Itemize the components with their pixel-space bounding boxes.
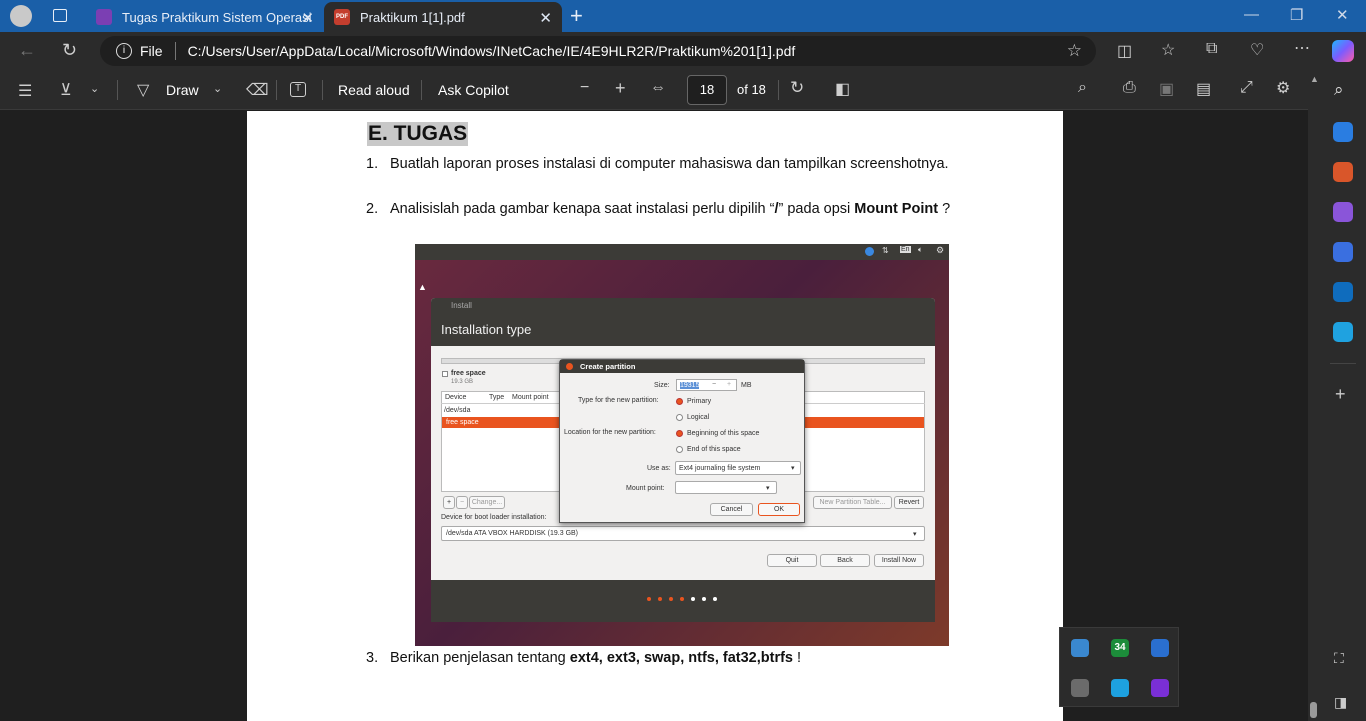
copilot-icon[interactable] — [1332, 40, 1354, 62]
list-item: 2. Analisislah pada gambar kenapa saat i… — [366, 201, 951, 217]
tab-title: Praktikum 1[1].pdf — [360, 9, 465, 25]
scheme-label: File — [140, 43, 163, 59]
tray-skype-icon[interactable] — [1111, 679, 1129, 697]
pdf-page: E. TUGAS 1. Buatlah laporan proses insta… — [247, 111, 1063, 721]
sidebar-search-icon[interactable]: ⌕ — [1334, 80, 1344, 100]
info-icon[interactable]: i — [116, 43, 132, 59]
eraser-icon[interactable]: ⌫ — [246, 80, 269, 100]
draw-icon[interactable]: ▽ — [137, 80, 149, 100]
page-heading: E. TUGAS — [367, 122, 469, 146]
tray-app-icon[interactable] — [1151, 679, 1169, 697]
highlight-icon[interactable]: ⊻ — [60, 80, 72, 100]
installer-progress — [431, 580, 935, 622]
sidebar-add-icon[interactable]: + — [1335, 384, 1346, 405]
list-item: 1. Buatlah laporan proses instalasi di c… — [366, 156, 949, 172]
read-aloud-button[interactable]: Read aloud — [338, 82, 410, 98]
pdf-toolbar: ☰ ⊻ ⌄ ▽ Draw ⌄ ⌫ T Read aloud Ask Copilo… — [0, 70, 1320, 110]
settings-gear-icon[interactable]: ⚙ — [1276, 78, 1290, 98]
contents-icon[interactable]: ☰ — [18, 81, 32, 101]
fit-page-icon[interactable]: ⇔ — [650, 79, 666, 97]
tray-cloud-icon[interactable] — [1071, 679, 1089, 697]
tab-praktikum-pdf[interactable]: PDF Praktikum 1[1].pdf ✕ — [324, 2, 562, 32]
sidebar-outlook-icon[interactable] — [1333, 282, 1353, 302]
tray-badge-icon[interactable]: 34 — [1111, 639, 1129, 657]
ask-copilot-button[interactable]: Ask Copilot — [438, 82, 509, 98]
address-bar-row: ← ↻ i File C:/Users/User/AppData/Local/M… — [0, 32, 1366, 70]
onenote-icon — [96, 9, 112, 25]
favorite-star-icon[interactable]: ☆ — [1067, 41, 1082, 61]
close-tab-icon[interactable]: ✕ — [539, 9, 552, 27]
mouse-cursor-icon: ▲ — [418, 282, 427, 292]
close-tab-icon[interactable]: ✕ — [301, 9, 314, 27]
address-input[interactable]: i File C:/Users/User/AppData/Local/Micro… — [100, 36, 1096, 66]
back-icon[interactable]: ← — [18, 40, 36, 61]
sidebar-copilot-icon[interactable] — [1333, 242, 1353, 262]
chevron-down-icon[interactable]: ⌄ — [213, 82, 222, 95]
sidebar-drop-icon[interactable] — [1333, 322, 1353, 342]
scroll-up-icon[interactable]: ▲ — [1310, 74, 1319, 84]
edge-sidebar: ⌕ + ⛶ ◨ — [1320, 70, 1366, 721]
vertical-scrollbar[interactable]: ▲ — [1308, 70, 1320, 721]
tray-network-icon[interactable] — [1071, 639, 1089, 657]
sidebar-tools-icon[interactable] — [1333, 162, 1353, 182]
close-window-icon[interactable]: ✕ — [1336, 6, 1349, 24]
url-text: C:/Users/User/AppData/Local/Microsoft/Wi… — [187, 43, 796, 59]
print-icon[interactable]: ⎙ — [1123, 79, 1136, 97]
draw-button[interactable]: Draw — [166, 82, 199, 98]
search-icon[interactable]: ⌕ — [1078, 79, 1087, 97]
pdf-icon: PDF — [334, 9, 350, 25]
split-screen-icon[interactable]: ◫ — [1117, 41, 1132, 61]
page-view-icon[interactable]: ◧ — [835, 79, 850, 99]
tray-security-icon[interactable] — [1151, 639, 1169, 657]
sidebar-screenshot-icon[interactable]: ⛶ — [1334, 650, 1344, 667]
save-as-icon[interactable]: ▤ — [1196, 79, 1211, 99]
installer-screenshot: ⇅ En 🔈︎ ⚙ ▲ Install Installation type fr… — [415, 244, 949, 646]
text-box-icon[interactable]: T — [290, 82, 306, 97]
rotate-icon[interactable]: ↻ — [790, 78, 804, 98]
restore-icon[interactable]: ❐ — [1290, 6, 1303, 24]
tab-actions-icon[interactable] — [53, 9, 67, 22]
profile-avatar[interactable] — [10, 5, 32, 27]
tab-tugas-praktikum[interactable]: Tugas Praktikum Sistem Operasi ✕ — [84, 2, 324, 32]
chevron-down-icon[interactable]: ⌄ — [90, 82, 99, 95]
create-partition-dialog: Create partition Size: 19315 − + MB Type… — [559, 359, 805, 523]
sidebar-shopping-icon[interactable] — [1333, 122, 1353, 142]
tab-title: Tugas Praktikum Sistem Operasi — [122, 9, 312, 25]
system-tray-overflow: 34 — [1059, 627, 1179, 707]
more-options-icon[interactable]: ⋯ — [1294, 38, 1310, 58]
ubuntu-topbar: ⇅ En 🔈︎ ⚙ — [415, 244, 949, 260]
sidebar-toggle-icon[interactable]: ◨ — [1334, 694, 1347, 711]
sidebar-games-icon[interactable] — [1333, 202, 1353, 222]
scroll-thumb[interactable] — [1310, 702, 1317, 718]
list-item: 3. Berikan penjelasan tentang ext4, ext3… — [366, 650, 802, 666]
title-bar: Tugas Praktikum Sistem Operasi ✕ PDF Pra… — [0, 0, 1366, 32]
refresh-icon[interactable]: ↻ — [62, 40, 77, 61]
fullscreen-icon[interactable]: ⤢ — [1240, 79, 1253, 97]
page-total: of 18 — [737, 82, 766, 97]
favorites-icon[interactable]: ☆ — [1161, 40, 1175, 60]
minimize-icon[interactable]: — — [1244, 6, 1259, 23]
collections-icon[interactable]: ⧉ — [1206, 40, 1217, 58]
zoom-in-icon[interactable]: + — [615, 78, 626, 99]
save-icon[interactable]: ▣ — [1159, 79, 1174, 99]
performance-icon[interactable]: ♡ — [1250, 40, 1264, 60]
new-tab-button[interactable]: + — [570, 3, 583, 29]
page-number-input[interactable]: 18 — [687, 75, 727, 105]
zoom-out-icon[interactable]: − — [580, 79, 589, 97]
